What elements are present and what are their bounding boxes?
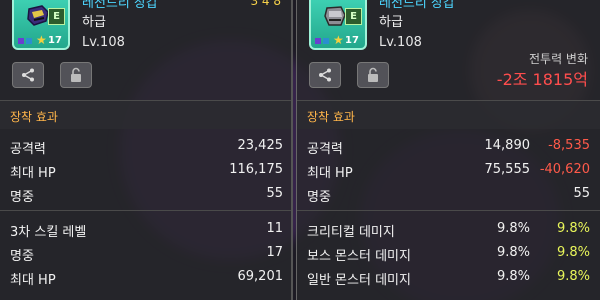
divider	[297, 210, 600, 211]
section-title: 장착 효과	[307, 110, 355, 124]
stat-value: 75,555	[484, 162, 531, 177]
stat-value: 9.8%	[496, 245, 530, 260]
stat-value: 14,890	[484, 138, 531, 153]
item-tier: 하급	[379, 15, 403, 30]
stat-value: 69,201	[237, 269, 284, 284]
stat-row: 공격력 23,425	[0, 134, 291, 158]
grade-badge: E	[48, 8, 65, 25]
item-icon-slot[interactable]: E ★ 17	[12, 0, 70, 50]
stat-row: 보스 몬스터 데미지 9.8% 9.8%	[297, 241, 600, 265]
stat-list: 공격력 23,425 최대 HP 116,175 명중 55 3차 스킬 레벨 …	[0, 134, 291, 289]
star-force-count: 17	[48, 35, 62, 46]
stat-value: 9.8%	[496, 221, 530, 236]
stat-diff: 9.8%	[556, 221, 590, 236]
stat-label: 최대 HP	[10, 273, 56, 288]
stat-row: 일반 몬스터 데미지 9.8% 9.8%	[297, 265, 600, 289]
item-name: 레전드리 장갑	[379, 0, 455, 11]
equip-effect-header: 장착 효과	[297, 100, 600, 129]
stat-row: 크리티컬 데미지 9.8% 9.8%	[297, 217, 600, 241]
stat-diff: 9.8%	[556, 269, 590, 284]
stat-label: 공격력	[10, 142, 46, 157]
combat-power-change-value: -2조 1815억	[496, 70, 588, 89]
top-value: 3 4 8	[250, 0, 281, 8]
item-icon-slot[interactable]: E ★ 17	[309, 0, 367, 50]
item-level: Lv.108	[379, 35, 422, 50]
stat-row: 공격력 14,890 -8,535	[297, 134, 600, 158]
item-tier: 하급	[82, 15, 106, 30]
tooltip-header: E ★ 17 레전드리 장갑 하급 Lv.108 전투력 변화 -2조 1815…	[297, 0, 600, 100]
stat-row: 3차 스킬 레벨 11	[0, 217, 291, 241]
stat-value: 9.8%	[496, 269, 530, 284]
stat-label: 명중	[10, 190, 34, 205]
combat-power-change-label: 전투력 변화	[528, 52, 588, 66]
stat-row: 명중 17	[0, 241, 291, 265]
stat-value: 23,425	[237, 138, 284, 153]
stat-label: 명중	[10, 249, 34, 264]
item-level: Lv.108	[82, 35, 125, 50]
potential-gem-icon	[315, 38, 321, 44]
additional-gem-icon	[323, 38, 329, 44]
stat-label: 최대 HP	[307, 166, 353, 181]
potential-gem-icon	[18, 38, 24, 44]
star-force-count: 17	[345, 35, 359, 46]
stat-row: 최대 HP 75,555 -40,620	[297, 158, 600, 182]
tooltip-header: E ★ 17 레전드리 장갑 3 4 8 하급 Lv.108	[0, 0, 291, 100]
stat-label: 보스 몬스터 데미지	[307, 249, 411, 264]
compared-item-tooltip: E ★ 17 레전드리 장갑 하급 Lv.108 전투력 변화 -2조 1815…	[296, 0, 600, 300]
stat-label: 크리티컬 데미지	[307, 225, 395, 240]
stat-label: 최대 HP	[10, 166, 56, 181]
stat-label: 일반 몬스터 데미지	[307, 273, 411, 288]
equipped-item-tooltip: E ★ 17 레전드리 장갑 3 4 8 하급 Lv.108 장착 효과 공격력…	[0, 0, 293, 300]
stat-value: 116,175	[229, 162, 283, 177]
star-icon: ★	[333, 33, 344, 47]
stat-row: 최대 HP 69,201	[0, 265, 291, 289]
divider	[0, 210, 291, 211]
share-icon	[22, 68, 34, 82]
stat-value: 17	[266, 245, 283, 260]
stat-diff: -40,620	[539, 162, 590, 177]
stat-value: 11	[266, 221, 283, 236]
stat-label: 3차 스킬 레벨	[10, 225, 87, 240]
stat-diff: 9.8%	[556, 245, 590, 260]
grade-badge: E	[345, 8, 362, 25]
stat-value: 55	[266, 186, 283, 201]
lock-button[interactable]	[357, 62, 389, 88]
stat-value: 55	[573, 186, 590, 201]
lock-icon	[368, 67, 378, 82]
share-button[interactable]	[12, 62, 44, 88]
item-name: 레전드리 장갑	[82, 0, 158, 11]
section-title: 장착 효과	[10, 110, 58, 124]
equip-effect-header: 장착 효과	[0, 100, 291, 129]
additional-gem-icon	[26, 38, 32, 44]
star-icon: ★	[36, 33, 47, 47]
stat-diff: -8,535	[548, 138, 590, 153]
lock-button[interactable]	[60, 62, 92, 88]
stat-label: 공격력	[307, 142, 343, 157]
stat-list: 공격력 14,890 -8,535 최대 HP 75,555 -40,620 명…	[297, 134, 600, 289]
share-icon	[319, 68, 331, 82]
stat-row: 최대 HP 116,175	[0, 158, 291, 182]
share-button[interactable]	[309, 62, 341, 88]
lock-icon	[71, 67, 81, 82]
stat-label: 명중	[307, 190, 331, 205]
stat-row: 명중 55	[0, 182, 291, 206]
stat-row: 명중 55	[297, 182, 600, 206]
